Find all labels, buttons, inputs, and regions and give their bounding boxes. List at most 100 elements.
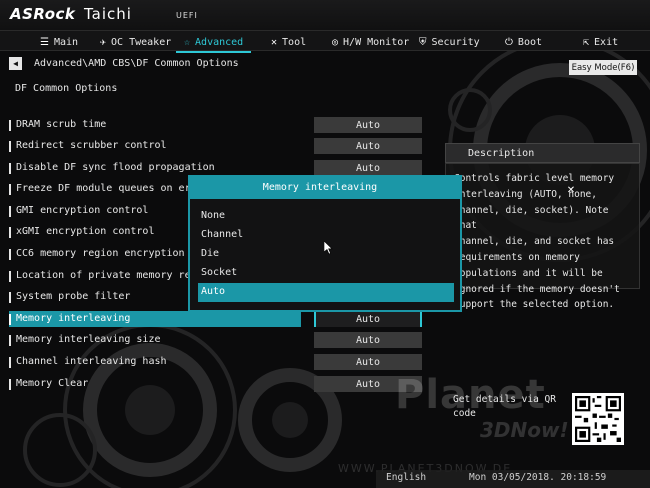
tab-hw-monitor[interactable]: ◎ H/W Monitor [332, 34, 409, 50]
star-icon: ☆ [184, 36, 191, 48]
option-none[interactable]: None [198, 207, 454, 226]
tab-boot[interactable]: ⏻ Boot [505, 34, 542, 50]
setting-row[interactable]: Memory interleaving size Auto [9, 332, 429, 349]
setting-value[interactable]: Auto [314, 160, 422, 176]
shield-icon: ⛨ [419, 36, 427, 48]
monitor-icon: ◎ [332, 36, 339, 48]
setting-value[interactable]: Auto [314, 354, 422, 370]
row-marker [9, 379, 11, 390]
description-line: populations and it will be [454, 267, 603, 279]
tab-boot-label: Boot [517, 36, 543, 48]
exit-icon: ⇱ [583, 36, 590, 48]
description-line: requirements on memory [454, 251, 580, 263]
firmware-label: UEFI [176, 11, 198, 20]
setting-value[interactable]: Auto [314, 138, 422, 154]
dialog-title: Memory interleaving [262, 182, 378, 193]
tab-security-label: Security [431, 36, 480, 48]
qr-label: Get details via QR code [453, 394, 556, 419]
setting-row[interactable]: Channel interleaving hash Auto [9, 354, 429, 371]
description-line: channel, die, and socket has [454, 236, 615, 248]
description-line: ignored if the memory doesn't [454, 283, 620, 295]
setting-row-selected[interactable]: Memory interleaving Auto [9, 311, 429, 328]
row-marker [9, 141, 11, 152]
setting-value[interactable]: Auto [314, 117, 422, 133]
row-marker [9, 249, 11, 260]
setting-label: Memory interleaving size [16, 334, 161, 345]
setting-label: CC6 memory region encryption [16, 248, 185, 259]
tab-exit-label: Exit [594, 36, 619, 48]
model-name: Taichi [84, 5, 132, 23]
rocket-icon: ✈ [100, 36, 107, 48]
easy-mode-button[interactable]: Easy Mode(F6) [569, 60, 637, 75]
back-button[interactable]: ◀ [9, 57, 22, 70]
row-marker [9, 314, 11, 325]
setting-label: xGMI encryption control [16, 226, 155, 237]
tab-security[interactable]: ⛨ Security [419, 34, 480, 50]
setting-value[interactable]: Auto [314, 311, 422, 327]
row-marker [9, 292, 11, 303]
row-marker [9, 163, 11, 174]
setting-label: Channel interleaving hash [16, 356, 167, 367]
tab-advanced[interactable]: ☆ Advanced [175, 34, 252, 53]
option-label: Socket [201, 267, 238, 278]
brand-logo: ASRock [10, 5, 76, 23]
setting-label: Memory Clear [16, 378, 89, 389]
language-selector[interactable]: English [386, 472, 426, 483]
list-icon: ☰ [40, 36, 49, 48]
row-marker [9, 120, 11, 131]
option-socket[interactable]: Socket [198, 264, 454, 283]
close-icon: ✕ [566, 185, 576, 196]
tab-oc-tweaker-label: OC Tweaker [111, 36, 172, 48]
setting-label: System probe filter [16, 291, 131, 302]
tab-main-label: Main [53, 36, 79, 48]
option-label: Auto [201, 286, 226, 297]
setting-label: Redirect scrubber control [16, 140, 167, 151]
setting-label: Memory interleaving [16, 313, 131, 324]
setting-label: DRAM scrub time [16, 119, 107, 130]
option-auto[interactable]: Auto [198, 283, 454, 302]
mouse-cursor-icon [324, 241, 333, 255]
tools-icon: ✕ [271, 36, 278, 48]
breadcrumb: Advanced\AMD CBS\DF Common Options [34, 58, 239, 69]
main-navigation: ☰ Main ✈ OC Tweaker ☆ Advanced ✕ Tool ◎ … [0, 30, 650, 53]
option-label: Die [201, 248, 220, 259]
header-bar: ASRock Taichi UEFI [0, 0, 650, 30]
datetime-display: Mon 03/05/2018. 20:18:59 [469, 472, 607, 483]
setting-row[interactable]: DRAM scrub time Auto [9, 117, 429, 134]
option-label: Channel [201, 229, 244, 240]
qr-code-icon [575, 396, 621, 442]
close-button[interactable]: ✕ [441, 180, 575, 196]
description-line: support the selected option. [454, 299, 615, 311]
option-label: None [201, 210, 226, 221]
row-marker [9, 335, 11, 346]
qr-code[interactable] [572, 393, 624, 445]
row-marker [9, 357, 11, 368]
row-marker [9, 206, 11, 217]
row-marker [9, 227, 11, 238]
tab-advanced-label: Advanced [195, 36, 244, 48]
tab-tool-label: Tool [282, 36, 307, 48]
tab-tool[interactable]: ✕ Tool [271, 34, 306, 50]
setting-label: Disable DF sync flood propagation [16, 162, 215, 173]
description-header: Description [445, 143, 640, 163]
tab-exit[interactable]: ⇱ Exit [583, 34, 618, 50]
description-line: channel, die, socket). Note that [454, 204, 609, 232]
tab-main[interactable]: ☰ Main [40, 34, 78, 50]
setting-value[interactable]: Auto [314, 332, 422, 348]
chevron-left-icon: ◀ [13, 59, 18, 68]
setting-row[interactable]: Redirect scrubber control Auto [9, 138, 429, 155]
power-icon: ⏻ [505, 36, 513, 48]
status-bar: English Mon 03/05/2018. 20:18:59 [376, 470, 650, 488]
tab-hw-monitor-label: H/W Monitor [343, 36, 410, 48]
description-panel: Controls fabric level memory interleavin… [445, 163, 640, 310]
description-title: Description [468, 148, 535, 159]
row-marker [9, 184, 11, 195]
setting-label: Freeze DF module queues on error [16, 183, 209, 194]
setting-label: GMI encryption control [16, 205, 149, 216]
tab-oc-tweaker[interactable]: ✈ OC Tweaker [100, 34, 171, 50]
section-title: DF Common Options [15, 83, 118, 94]
dialog-title-bar: Memory interleaving ✕ [190, 177, 575, 199]
watermark-logo-sub: 3DNow! [480, 418, 569, 442]
setting-row[interactable]: Memory Clear Auto [9, 376, 429, 393]
row-marker [9, 271, 11, 282]
